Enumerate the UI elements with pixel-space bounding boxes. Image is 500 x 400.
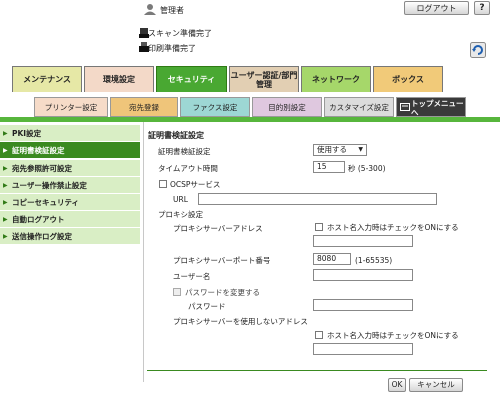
arrow-right-icon: ▶ — [3, 233, 8, 240]
ocsp-label: OCSPサービス — [170, 180, 221, 189]
content-divider — [143, 122, 144, 382]
sidebar-item-address-ref[interactable]: ▶ 宛先参照許可設定 — [0, 160, 140, 177]
sidebar-item-label: コピーセキュリティ — [12, 198, 80, 207]
tab-maintenance[interactable]: メンテナンス — [12, 66, 82, 92]
timeout-unit: 秒 (5-300) — [348, 164, 386, 173]
logout-button[interactable]: ログアウト — [404, 1, 469, 15]
arrow-right-icon: ▶ — [3, 165, 8, 172]
url-input[interactable] — [198, 193, 437, 205]
subtab-customize[interactable]: カスタマイズ設定 — [324, 97, 394, 117]
form-separator — [147, 370, 487, 371]
arrow-right-icon: ▶ — [3, 130, 8, 137]
sidebar-item-cert-verify[interactable]: ▶ 証明書検証設定 — [0, 142, 140, 159]
user-label: 管理者 — [160, 6, 184, 15]
verify-select[interactable]: 使用する ▼ — [313, 144, 367, 156]
arrow-right-icon: ▶ — [3, 199, 8, 206]
password-input[interactable] — [313, 299, 413, 311]
no-proxy-label: プロキシサーバーを使用しないアドレス — [173, 317, 308, 326]
user-icon — [144, 4, 156, 15]
tab-label: ネットワーク — [312, 75, 360, 84]
url-label: URL — [173, 195, 188, 204]
ok-button[interactable]: OK — [388, 378, 406, 392]
tab-environment[interactable]: 環境設定 — [84, 66, 154, 92]
no-proxy-input[interactable] — [313, 343, 413, 355]
timeout-input[interactable]: 15 — [313, 161, 345, 173]
proxy-address-label: プロキシサーバーアドレス — [173, 224, 263, 233]
proxy-host-checkbox[interactable] — [315, 223, 323, 231]
scan-status: スキャン準備完了 — [148, 29, 212, 38]
subtab-address-register[interactable]: 宛先登録 — [110, 97, 178, 117]
subtab-printer-settings[interactable]: プリンター設定 — [34, 97, 108, 117]
tab-label: 環境設定 — [103, 75, 135, 84]
refresh-icon[interactable] — [470, 42, 486, 58]
sidebar-item-send-log[interactable]: ▶ 送信操作ログ設定 — [0, 228, 140, 245]
tab-user-auth[interactable]: ユーザー認証/部門管理 — [229, 66, 299, 92]
sidebar-item-label: 送信操作ログ設定 — [12, 232, 72, 241]
proxy-port-input[interactable]: 8080 — [313, 253, 351, 265]
section-title: 証明書検証設定 — [148, 131, 204, 140]
sidebar-item-auto-logout[interactable]: ▶ 自動ログアウト — [0, 211, 140, 228]
no-proxy-host-checkbox[interactable] — [315, 331, 323, 339]
tab-underline — [0, 117, 500, 122]
subtab-fax-settings[interactable]: ファクス設定 — [180, 97, 250, 117]
proxy-address-input[interactable] — [313, 235, 413, 247]
sidebar-item-label: PKI設定 — [12, 129, 42, 138]
sidebar-item-label: 宛先参照許可設定 — [12, 164, 72, 173]
tab-network[interactable]: ネットワーク — [301, 66, 371, 92]
tab-security[interactable]: セキュリティ — [156, 66, 227, 92]
print-status: 印刷準備完了 — [148, 44, 196, 53]
cancel-button[interactable]: キャンセル — [409, 378, 463, 392]
verify-select-value: 使用する — [317, 145, 347, 154]
no-proxy-host-check-label: ホスト名入力時はチェックをONにする — [327, 331, 459, 340]
chevron-down-icon: ▼ — [358, 146, 363, 153]
help-button[interactable]: ? — [474, 1, 490, 15]
proxy-host-check-label: ホスト名入力時はチェックをONにする — [327, 223, 459, 232]
proxy-port-range: (1-65535) — [355, 256, 393, 265]
sidebar-item-user-restrict[interactable]: ▶ ユーザー操作禁止設定 — [0, 177, 140, 194]
top-menu-label: トップメニューへ — [411, 99, 464, 117]
tab-label: セキュリティ — [167, 75, 216, 84]
proxy-port-label: プロキシサーバーポート番号 — [173, 256, 271, 265]
sidebar-item-label: 証明書検証設定 — [12, 146, 65, 155]
tab-label: メンテナンス — [23, 75, 71, 84]
arrow-right-icon: ▶ — [3, 216, 8, 223]
tab-box[interactable]: ボックス — [373, 66, 443, 92]
top-menu-icon — [400, 103, 410, 111]
ocsp-checkbox[interactable] — [159, 180, 167, 188]
username-label: ユーザー名 — [173, 272, 211, 281]
timeout-label: タイムアウト時間 — [158, 164, 218, 173]
sidebar-item-pki[interactable]: ▶ PKI設定 — [0, 125, 140, 142]
tab-label: ユーザー認証/部門管理 — [230, 70, 298, 89]
proxy-settings-label: プロキシ設定 — [158, 210, 203, 219]
arrow-right-icon: ▶ — [3, 147, 8, 154]
verify-label: 証明書検証設定 — [158, 147, 211, 156]
change-password-checkbox[interactable] — [173, 288, 181, 296]
arrow-right-icon: ▶ — [3, 182, 8, 189]
tab-label: ボックス — [392, 75, 424, 84]
password-label: パスワード — [188, 302, 226, 311]
sidebar-item-label: ユーザー操作禁止設定 — [12, 181, 87, 190]
change-password-label: パスワードを変更する — [185, 288, 260, 297]
sidebar-item-label: 自動ログアウト — [12, 215, 65, 224]
subtab-purpose-settings[interactable]: 目的別設定 — [252, 97, 322, 117]
username-input[interactable] — [313, 269, 413, 281]
sidebar-item-copy-security[interactable]: ▶ コピーセキュリティ — [0, 194, 140, 211]
